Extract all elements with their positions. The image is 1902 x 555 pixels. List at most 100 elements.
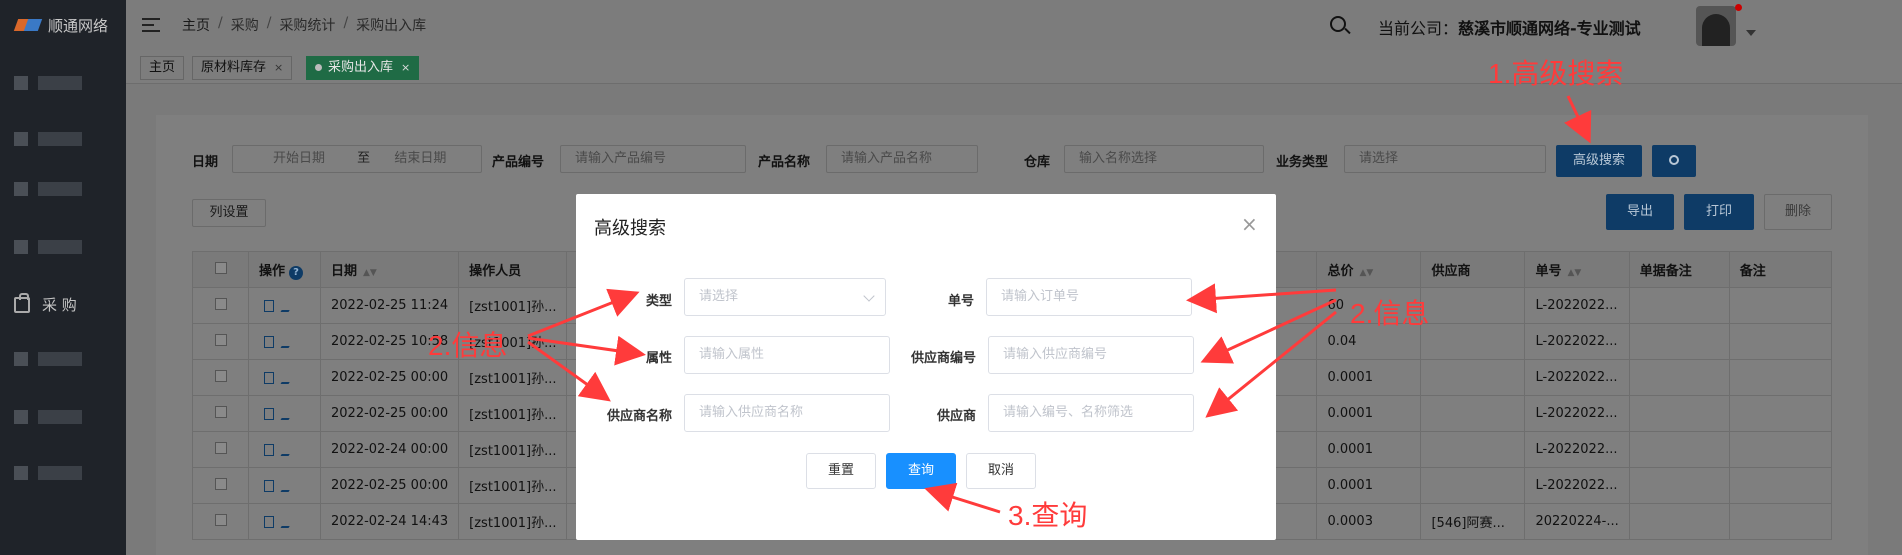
close-icon[interactable]: ×	[274, 61, 283, 74]
trash-icon[interactable]	[264, 299, 274, 312]
cell-note	[1728, 503, 1833, 540]
breadcrumb-home[interactable]: 主页	[182, 15, 210, 35]
date-label: 日期	[192, 155, 219, 170]
row-select-cell[interactable]	[192, 323, 249, 360]
select-all-cell[interactable]	[192, 251, 249, 288]
logo[interactable]: 顺通网络	[0, 0, 126, 50]
warehouse-input[interactable]: 输入名称选择	[1064, 145, 1264, 173]
tab-purchase-io[interactable]: 采购出入库 ×	[306, 56, 420, 80]
checkbox[interactable]	[214, 333, 227, 346]
supplier-input[interactable]: 请输入编号、名称筛选	[988, 394, 1194, 432]
checkbox[interactable]	[214, 405, 227, 418]
checkbox[interactable]	[214, 477, 227, 490]
row-select-cell[interactable]	[192, 287, 249, 324]
close-icon[interactable]: ×	[1241, 212, 1258, 236]
supplier-name-input[interactable]: 请输入供应商名称	[684, 394, 890, 432]
cell-total: 0.0001	[1316, 395, 1422, 432]
edit-icon[interactable]	[280, 443, 296, 456]
menu-icon	[14, 410, 28, 424]
row-select-cell[interactable]	[192, 467, 249, 504]
edit-icon[interactable]	[280, 515, 296, 528]
row-select-cell[interactable]	[192, 431, 249, 468]
date-range-picker[interactable]: 开始日期 至 结束日期	[232, 145, 482, 173]
menu-icon	[14, 466, 28, 480]
help-icon[interactable]: ?	[289, 265, 304, 280]
tab-material-stock[interactable]: 原材料库存 ×	[192, 56, 293, 80]
menu-icon	[14, 76, 28, 90]
col-date[interactable]: 日期 ▲▼	[319, 251, 460, 288]
start-date[interactable]: 开始日期	[273, 151, 325, 166]
row-select-cell[interactable]	[192, 359, 249, 396]
cell-note	[1728, 431, 1833, 468]
order-input[interactable]: 请输入订单号	[986, 278, 1192, 316]
col-order-no[interactable]: 单号 ▲▼	[1524, 251, 1630, 288]
close-icon[interactable]: ×	[401, 61, 410, 74]
export-button[interactable]: 导出	[1606, 194, 1674, 230]
breadcrumb-purchase[interactable]: 采购	[231, 15, 259, 35]
print-button[interactable]: 打印	[1684, 194, 1754, 230]
row-select-cell[interactable]	[192, 395, 249, 432]
col-operator: 操作人员	[458, 251, 568, 288]
search-button[interactable]	[1652, 145, 1696, 177]
type-select[interactable]: 请选择	[684, 278, 886, 316]
product-code-input[interactable]: 请输入产品编号	[560, 145, 746, 173]
edit-icon[interactable]	[280, 371, 296, 384]
biz-type-select[interactable]: 请选择	[1344, 145, 1546, 173]
trash-icon[interactable]	[264, 479, 274, 492]
sort-icon[interactable]: ▲▼	[363, 268, 377, 278]
cell-order-no: L-2022022...	[1524, 359, 1630, 396]
cancel-button[interactable]: 取消	[966, 453, 1036, 489]
avatar[interactable]	[1696, 6, 1736, 46]
column-settings-button[interactable]: 列设置	[192, 199, 266, 227]
chevron-down-icon[interactable]	[1746, 30, 1756, 36]
sidebar-item[interactable]	[14, 238, 82, 256]
breadcrumb-stats[interactable]: 采购统计	[279, 15, 335, 35]
edit-icon[interactable]	[280, 335, 296, 348]
trash-icon[interactable]	[264, 371, 274, 384]
col-total[interactable]: 总价 ▲▼	[1316, 251, 1422, 288]
menu-toggle-icon[interactable]	[142, 18, 160, 32]
sidebar-item[interactable]	[14, 464, 82, 482]
checkbox[interactable]	[214, 513, 227, 526]
cell-operator: [zst1001]孙...	[458, 359, 568, 396]
reset-button[interactable]: 重置	[806, 453, 876, 489]
attr-input[interactable]: 请输入属性	[684, 336, 890, 374]
sort-icon[interactable]: ▲▼	[1360, 268, 1374, 278]
sidebar-item[interactable]	[14, 350, 82, 368]
company-name: 慈溪市顺通网络-专业测试	[1458, 19, 1641, 38]
sidebar-item[interactable]	[14, 130, 82, 148]
search-icon[interactable]	[1330, 16, 1346, 32]
menu-icon	[14, 182, 28, 196]
delete-button[interactable]: 删除	[1764, 194, 1832, 230]
active-dot	[315, 64, 322, 71]
supplier-code-label: 供应商编号	[910, 351, 976, 366]
trash-icon[interactable]	[264, 443, 274, 456]
sidebar-item[interactable]	[14, 74, 82, 92]
tab-home[interactable]: 主页	[140, 56, 185, 80]
supplier-code-input[interactable]: 请输入供应商编号	[988, 336, 1194, 374]
trash-icon[interactable]	[264, 335, 274, 348]
checkbox[interactable]	[214, 369, 227, 382]
tab-label: 采购出入库	[328, 60, 394, 75]
query-button[interactable]: 查询	[886, 453, 956, 489]
edit-icon[interactable]	[280, 299, 296, 312]
advanced-search-button[interactable]: 高级搜索	[1556, 145, 1642, 177]
edit-icon[interactable]	[280, 407, 296, 420]
sidebar-item-purchase[interactable]: 采 购	[14, 292, 77, 315]
cell-supplier	[1420, 359, 1526, 396]
annotation-step2-right: 2.信息	[1350, 298, 1430, 329]
sidebar-item[interactable]	[14, 408, 82, 426]
checkbox[interactable]	[214, 441, 227, 454]
trash-icon[interactable]	[264, 515, 274, 528]
trash-icon[interactable]	[264, 407, 274, 420]
product-name-input[interactable]: 请输入产品名称	[826, 145, 978, 173]
cell-supplier: [546]阿赛...	[1420, 503, 1526, 540]
end-date[interactable]: 结束日期	[394, 151, 446, 166]
edit-icon[interactable]	[280, 479, 296, 492]
row-actions	[248, 395, 321, 432]
checkbox[interactable]	[214, 261, 227, 274]
checkbox[interactable]	[214, 297, 227, 310]
row-select-cell[interactable]	[192, 503, 249, 540]
sidebar-item[interactable]	[14, 180, 82, 198]
sort-icon[interactable]: ▲▼	[1568, 268, 1582, 278]
